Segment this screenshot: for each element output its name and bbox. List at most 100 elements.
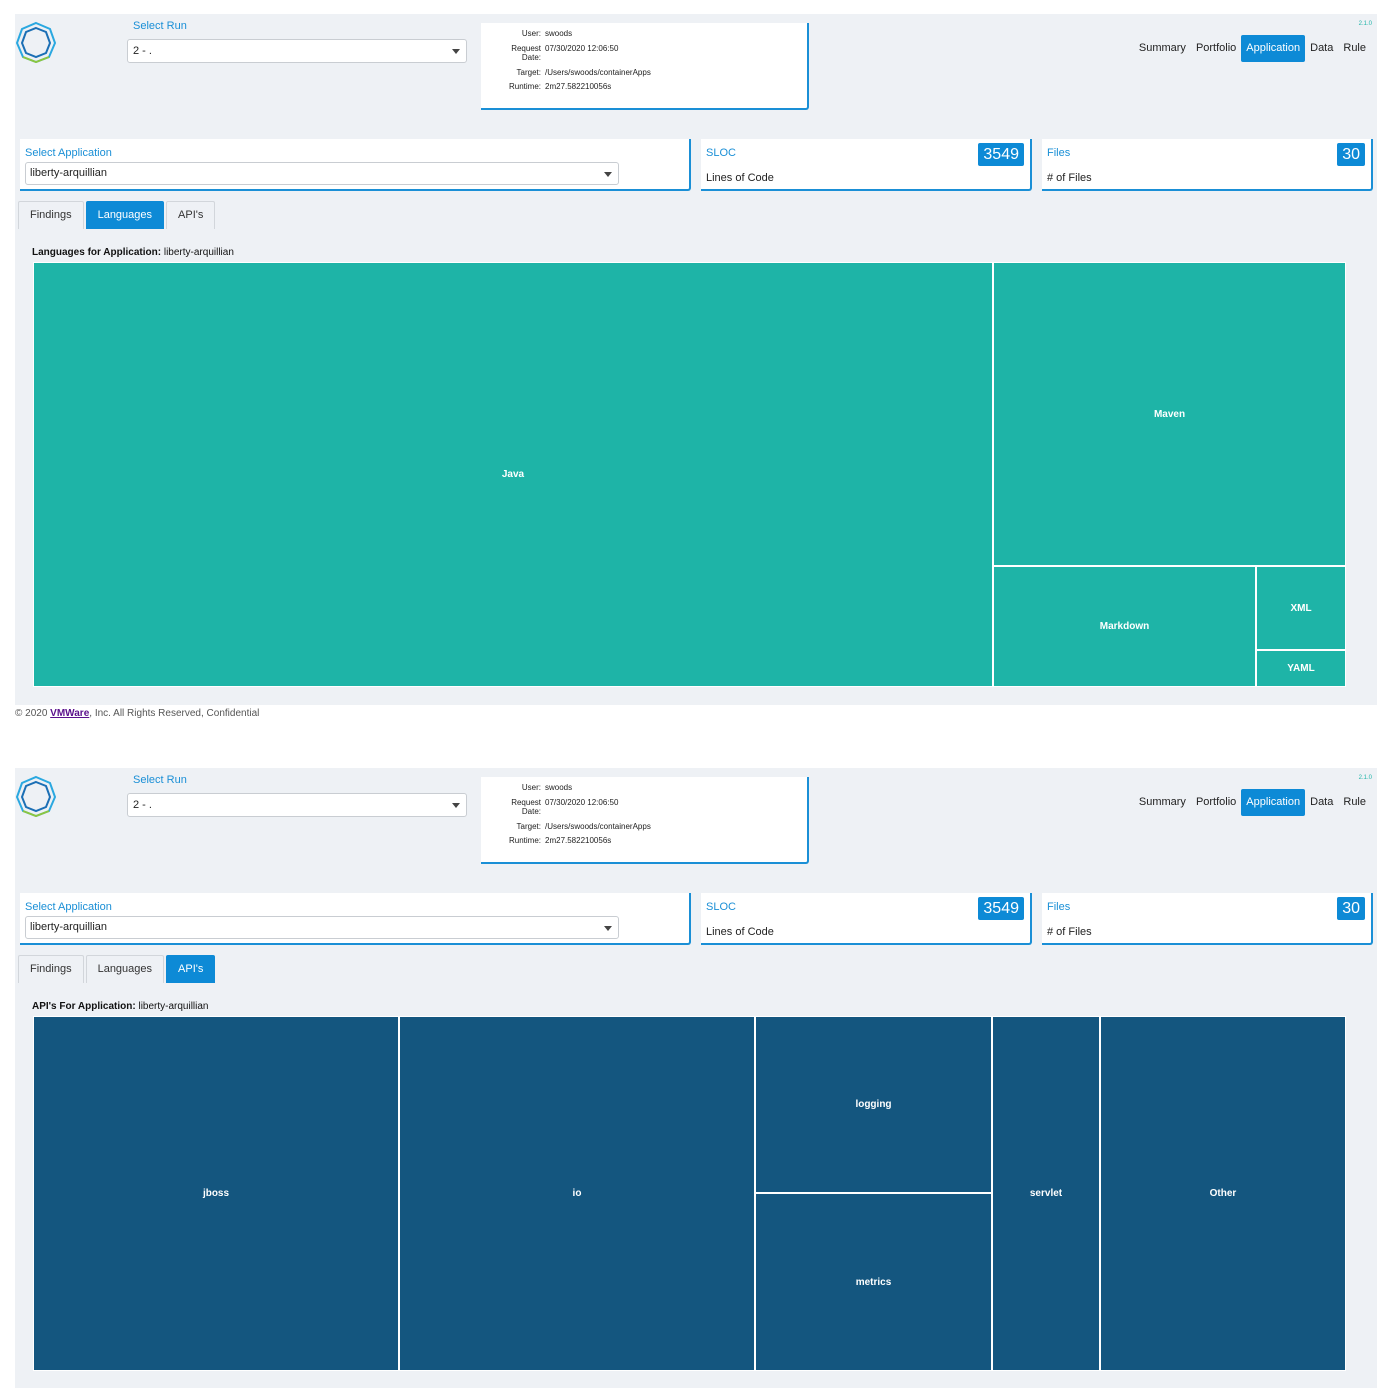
nav-rule[interactable]: Rule xyxy=(1338,789,1371,816)
chevron-down-icon xyxy=(604,926,612,931)
treemap-cell-logging[interactable]: logging xyxy=(755,1016,992,1193)
sloc-title: SLOC xyxy=(706,901,736,913)
footer-prefix: © 2020 xyxy=(15,708,51,719)
app-view-apis: Select Run 2 - . User: swoods Request 07… xyxy=(15,768,1377,1388)
languages-treemap: Java Maven Markdown XML YAML xyxy=(33,262,1346,687)
target-label: Target: xyxy=(516,68,541,77)
files-card: Files # of Files 30 xyxy=(1042,893,1373,945)
sloc-title: SLOC xyxy=(706,147,736,159)
nav-portfolio[interactable]: Portfolio xyxy=(1191,35,1241,62)
chart-title-label: Languages for Application: xyxy=(32,247,162,258)
select-application-dropdown[interactable]: liberty-arquillian xyxy=(25,916,619,939)
date-label: Date: xyxy=(521,807,541,816)
request-label: Request xyxy=(511,44,541,53)
treemap-cell-maven[interactable]: Maven xyxy=(993,262,1346,566)
request-date-value: 07/30/2020 12:06:50 xyxy=(545,798,619,807)
version-label: 2.1.0 xyxy=(1358,21,1372,27)
user-label: User: xyxy=(521,29,541,38)
files-card: Files # of Files 30 xyxy=(1042,139,1373,191)
user-label: User: xyxy=(521,783,541,792)
chart-title-app: liberty-arquillian xyxy=(138,1001,209,1012)
top-nav: Summary Portfolio Application Data Rule xyxy=(1134,35,1371,62)
tab-apis[interactable]: API's xyxy=(166,955,216,983)
treemap-cell-io[interactable]: io xyxy=(399,1016,755,1371)
run-info-card: User: swoods Request 07/30/2020 12:06:50… xyxy=(481,23,809,110)
select-run-label: Select Run xyxy=(133,774,187,786)
runtime-label: Runtime: xyxy=(508,836,541,845)
date-label: Date: xyxy=(521,53,541,62)
nav-summary[interactable]: Summary xyxy=(1134,35,1191,62)
vmware-link[interactable]: VMWare xyxy=(50,708,89,719)
chart-title-app: liberty-arquillian xyxy=(163,247,234,258)
target-value: /Users/swoods/containerApps xyxy=(545,68,651,77)
request-date-value: 07/30/2020 12:06:50 xyxy=(545,44,619,53)
sloc-card: SLOC Lines of Code 3549 xyxy=(701,893,1032,945)
files-badge: 30 xyxy=(1337,143,1365,166)
runtime-value: 2m27.582210056s xyxy=(545,836,612,845)
user-value: swoods xyxy=(545,29,573,38)
files-subtitle: # of Files xyxy=(1047,926,1092,938)
treemap-cell-other[interactable]: Other xyxy=(1100,1016,1346,1371)
tab-findings[interactable]: Findings xyxy=(18,955,84,983)
tab-findings[interactable]: Findings xyxy=(18,201,84,229)
runtime-label: Runtime: xyxy=(508,82,541,91)
app-view-languages: Select Run 2 - . User: swoods Request 07… xyxy=(15,14,1377,705)
chart-title: Languages for Application: liberty-arqui… xyxy=(32,247,234,258)
treemap-cell-jboss[interactable]: jboss xyxy=(33,1016,399,1371)
footer: © 2020 VMWare, Inc. All Rights Reserved,… xyxy=(15,708,259,719)
select-application-dropdown[interactable]: liberty-arquillian xyxy=(25,162,619,185)
files-subtitle: # of Files xyxy=(1047,172,1092,184)
select-application-label: Select Application xyxy=(25,147,112,159)
sloc-subtitle: Lines of Code xyxy=(706,926,774,938)
select-application-value: liberty-arquillian xyxy=(30,167,108,179)
select-run-dropdown[interactable]: 2 - . xyxy=(127,793,467,817)
select-application-value: liberty-arquillian xyxy=(30,921,108,933)
treemap-cell-java[interactable]: Java xyxy=(33,262,993,687)
treemap-cell-servlet[interactable]: servlet xyxy=(992,1016,1100,1371)
chevron-down-icon xyxy=(452,803,460,808)
view-tabs: Findings Languages API's xyxy=(18,201,217,229)
target-value: /Users/swoods/containerApps xyxy=(545,822,651,831)
sloc-badge: 3549 xyxy=(978,897,1024,920)
treemap-cell-yaml[interactable]: YAML xyxy=(1256,650,1346,687)
tab-apis[interactable]: API's xyxy=(166,201,216,229)
chevron-down-icon xyxy=(604,172,612,177)
select-run-value: 2 - . xyxy=(133,799,152,811)
view-tabs: Findings Languages API's xyxy=(18,955,217,983)
nav-data[interactable]: Data xyxy=(1305,789,1338,816)
run-info-card: User: swoods Request 07/30/2020 12:06:50… xyxy=(481,777,809,864)
nav-application[interactable]: Application xyxy=(1241,789,1306,816)
sloc-subtitle: Lines of Code xyxy=(706,172,774,184)
select-run-value: 2 - . xyxy=(133,45,152,57)
nav-rule[interactable]: Rule xyxy=(1338,35,1371,62)
treemap-cell-metrics[interactable]: metrics xyxy=(755,1193,992,1371)
sloc-badge: 3549 xyxy=(978,143,1024,166)
nav-application[interactable]: Application xyxy=(1241,35,1306,62)
target-label: Target: xyxy=(516,822,541,831)
nav-summary[interactable]: Summary xyxy=(1134,789,1191,816)
footer-suffix: , Inc. All Rights Reserved, Confidential xyxy=(89,708,260,719)
app-logo-icon xyxy=(15,775,57,817)
select-application-label: Select Application xyxy=(25,901,112,913)
nav-portfolio[interactable]: Portfolio xyxy=(1191,789,1241,816)
files-title: Files xyxy=(1047,147,1071,159)
chevron-down-icon xyxy=(452,49,460,54)
tab-languages[interactable]: Languages xyxy=(85,201,165,229)
tab-languages[interactable]: Languages xyxy=(85,955,165,983)
top-nav: Summary Portfolio Application Data Rule xyxy=(1134,789,1371,816)
sloc-card: SLOC Lines of Code 3549 xyxy=(701,139,1032,191)
select-run-label: Select Run xyxy=(133,20,187,32)
treemap-cell-xml[interactable]: XML xyxy=(1256,566,1346,650)
treemap-cell-markdown[interactable]: Markdown xyxy=(993,566,1256,687)
chart-title: API's For Application: liberty-arquillia… xyxy=(32,1001,209,1012)
version-label: 2.1.0 xyxy=(1358,775,1372,781)
select-run-dropdown[interactable]: 2 - . xyxy=(127,39,467,63)
user-value: swoods xyxy=(545,783,573,792)
nav-data[interactable]: Data xyxy=(1305,35,1338,62)
request-label: Request xyxy=(511,798,541,807)
select-application-card: Select Application liberty-arquillian xyxy=(20,139,691,191)
files-title: Files xyxy=(1047,901,1071,913)
select-application-card: Select Application liberty-arquillian xyxy=(20,893,691,945)
chart-title-label: API's For Application: xyxy=(32,1001,136,1012)
runtime-value: 2m27.582210056s xyxy=(545,82,612,91)
